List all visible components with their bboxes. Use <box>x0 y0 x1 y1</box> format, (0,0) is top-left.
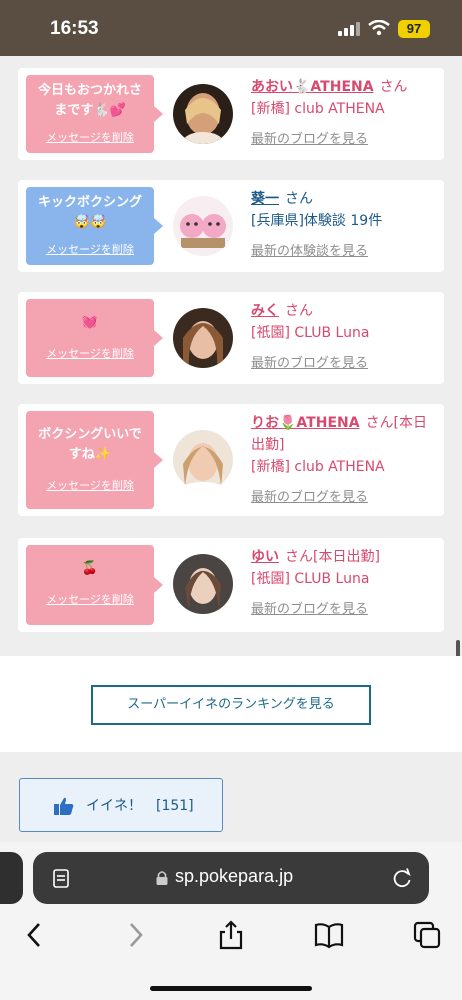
like-button[interactable]: イイネ！ [151] <box>19 778 223 832</box>
delete-message-link[interactable]: メッセージを削除 <box>26 591 154 607</box>
message-bubble: 今日もおつかれさまです🐇💕 メッセージを削除 <box>26 75 163 153</box>
profile-info: 葵一 さん [兵庫県]体験談 19件 最新の体験談を見る <box>251 188 441 263</box>
status-bar: 16:53 97 <box>0 0 462 56</box>
message-text: ボクシングいいですね✨ <box>38 427 142 462</box>
profile-name-link[interactable]: ゆい <box>251 549 279 565</box>
list-item: ボクシングいいですね✨ メッセージを削除 りお🌷ATHENA さん[本日出勤] [… <box>18 404 444 516</box>
ranking-section: スーパーイイネのランキングを見る <box>0 656 462 752</box>
message-text: 💓 <box>81 315 99 330</box>
honorific: さん <box>285 303 313 319</box>
home-indicator <box>150 986 312 991</box>
list-item: 🍒 メッセージを削除 ゆい さん[本日出勤] [祇園] CLUB Luna 最新の… <box>18 538 444 632</box>
profile-name-link[interactable]: りお🌷ATHENA <box>251 415 360 431</box>
delete-message-link[interactable]: メッセージを削除 <box>26 241 154 257</box>
message-bubble: キックボクシング🤯🤯 メッセージを削除 <box>26 187 163 265</box>
tabs-icon[interactable] <box>412 920 442 950</box>
ranking-button[interactable]: スーパーイイネのランキングを見る <box>91 685 371 725</box>
back-icon[interactable] <box>20 920 50 950</box>
shop-name: [祇園] CLUB Luna <box>251 571 370 587</box>
profile-info: あおい🐇ATHENA さん [新橋] club ATHENA 最新のブログを見る <box>251 76 441 151</box>
profile-name-link[interactable]: あおい🐇ATHENA <box>251 79 374 95</box>
honorific: さん <box>379 79 408 95</box>
url-text: sp.pokepara.jp <box>175 866 294 886</box>
message-list: 今日もおつかれさまです🐇💕 メッセージを削除 あおい🐇ATHENA さん [新橋]… <box>0 56 462 656</box>
battery-indicator: 97 <box>398 20 430 38</box>
honorific: さん[本日出勤] <box>285 549 380 565</box>
like-count: [151] <box>156 798 194 814</box>
review-count: [兵庫県]体験談 19件 <box>251 213 383 229</box>
previous-tab[interactable] <box>0 852 23 904</box>
message-text: 🍒 <box>81 561 99 576</box>
lock-icon <box>156 871 168 885</box>
profile-info: みく さん [祇園] CLUB Luna 最新のブログを見る <box>251 300 441 375</box>
clock: 16:53 <box>50 18 99 39</box>
delete-message-link[interactable]: メッセージを削除 <box>26 477 154 493</box>
message-text: 今日もおつかれさまです🐇💕 <box>37 83 142 118</box>
thumbs-up-icon <box>54 797 74 815</box>
reload-icon[interactable] <box>391 867 413 889</box>
profile-info: りお🌷ATHENA さん[本日出勤] [新橋] club ATHENA 最新のブロ… <box>251 412 441 509</box>
delete-message-link[interactable]: メッセージを削除 <box>26 345 154 361</box>
shop-name: [祇園] CLUB Luna <box>251 325 370 341</box>
like-label: イイネ！ <box>86 798 142 814</box>
latest-review-link[interactable]: 最新の体験談を見る <box>251 244 368 259</box>
wifi-icon <box>368 20 390 36</box>
avatar[interactable] <box>173 84 233 144</box>
latest-blog-link[interactable]: 最新のブログを見る <box>251 356 368 371</box>
profile-name-link[interactable]: みく <box>251 303 279 319</box>
avatar[interactable] <box>173 196 233 256</box>
latest-blog-link[interactable]: 最新のブログを見る <box>251 490 368 505</box>
message-bubble: 💓 メッセージを削除 <box>26 299 163 377</box>
message-bubble: 🍒 メッセージを削除 <box>26 545 163 625</box>
delete-message-link[interactable]: メッセージを削除 <box>26 129 154 145</box>
avatar[interactable] <box>173 308 233 368</box>
share-icon[interactable] <box>216 920 246 950</box>
shop-name: [新橋] club ATHENA <box>251 459 385 475</box>
latest-blog-link[interactable]: 最新のブログを見る <box>251 602 368 617</box>
latest-blog-link[interactable]: 最新のブログを見る <box>251 132 368 147</box>
list-item: 💓 メッセージを削除 みく さん [祇園] CLUB Luna 最新のブログを見る <box>18 292 444 384</box>
profile-info: ゆい さん[本日出勤] [祇園] CLUB Luna 最新のブログを見る <box>251 546 441 621</box>
browser-chrome: sp.pokepara.jp <box>0 842 462 1000</box>
signal-icon <box>338 22 360 36</box>
address-bar[interactable]: sp.pokepara.jp <box>33 852 429 904</box>
shop-name: [新橋] club ATHENA <box>251 101 385 117</box>
list-item: 今日もおつかれさまです🐇💕 メッセージを削除 あおい🐇ATHENA さん [新橋]… <box>18 68 444 160</box>
profile-name-link[interactable]: 葵一 <box>251 191 279 207</box>
honorific: さん <box>285 191 313 207</box>
forward-icon[interactable] <box>120 920 150 950</box>
list-item: キックボクシング🤯🤯 メッセージを削除 葵一 さん [兵庫県]体験談 19件 最新… <box>18 180 444 272</box>
bookmarks-icon[interactable] <box>314 920 344 950</box>
page-menu-icon[interactable] <box>51 868 73 890</box>
message-bubble: ボクシングいいですね✨ メッセージを削除 <box>26 411 163 509</box>
message-text: キックボクシング🤯🤯 <box>37 195 142 230</box>
avatar[interactable] <box>173 430 233 490</box>
avatar[interactable] <box>173 554 233 614</box>
